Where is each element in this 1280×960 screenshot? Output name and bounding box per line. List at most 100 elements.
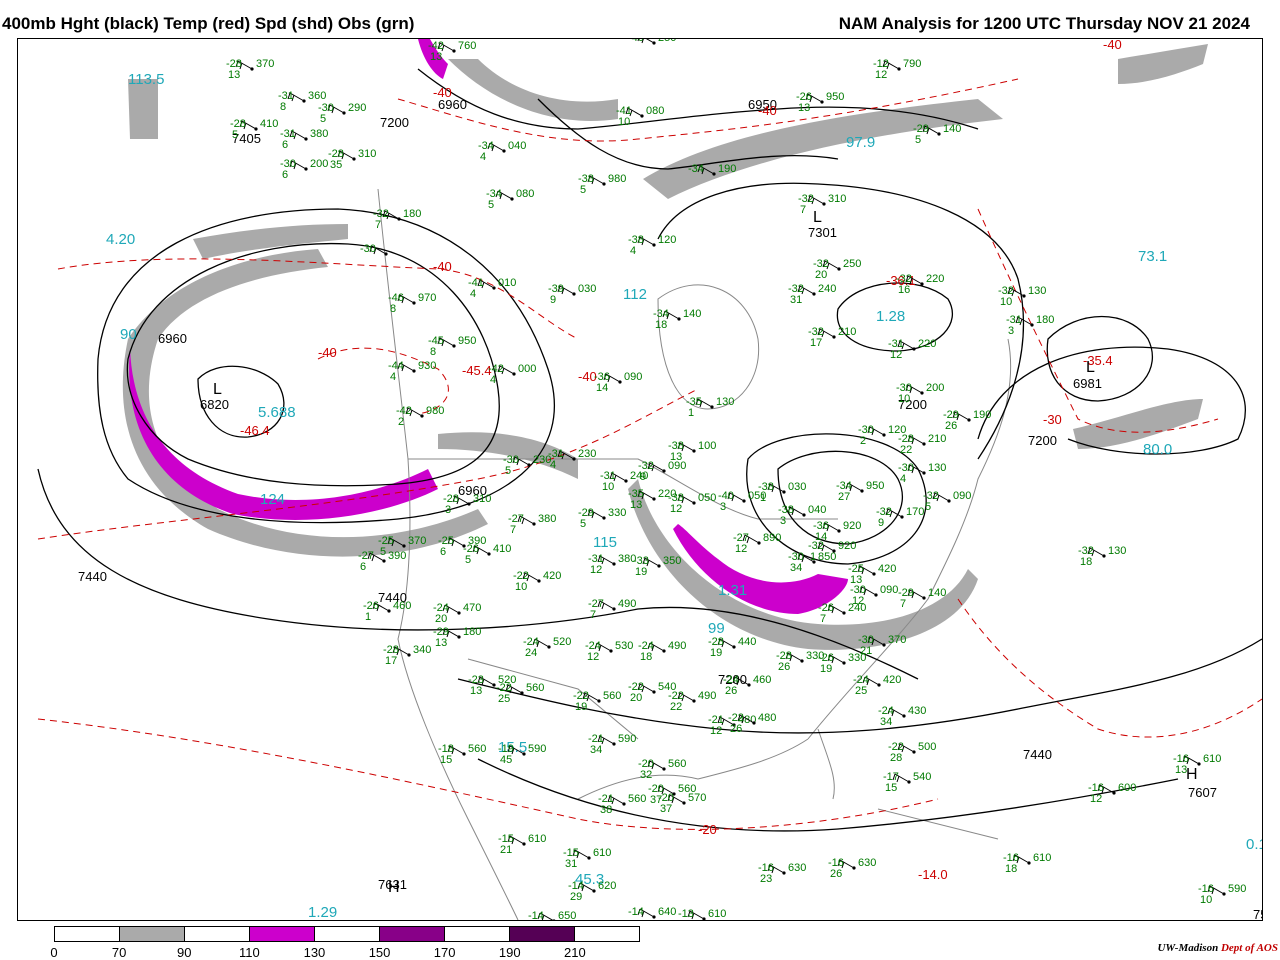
observation-station: -34 0805 <box>486 188 534 211</box>
station-height: 080 <box>516 188 534 200</box>
speed-label: 112 <box>623 286 647 303</box>
station-height: 370 <box>256 58 274 70</box>
station-dewpoint-depression: 13 <box>1175 764 1187 776</box>
station-height: 210 <box>838 326 856 338</box>
station-height: 220 <box>918 338 936 350</box>
station-dewpoint-depression: 17 <box>810 337 822 349</box>
jet-streak-gray-atlantic <box>1073 399 1203 449</box>
observation-station: -20 57037 <box>658 792 706 815</box>
station-height: 310 <box>358 148 376 160</box>
station-height: 470 <box>463 602 481 614</box>
station-height: 480 <box>758 712 776 724</box>
station-height: 220 <box>926 273 944 285</box>
station-dewpoint-depression: 8 <box>390 303 396 315</box>
station-height: 980 <box>608 173 626 185</box>
station-height: 410 <box>493 543 511 555</box>
observation-station: -22 42010 <box>513 570 561 593</box>
station-height: 200 <box>310 158 328 170</box>
temperature-label: -14.0 <box>918 867 948 882</box>
station-height: 540 <box>913 771 931 783</box>
station-height: 590 <box>528 743 546 755</box>
station-height: 180 <box>1036 314 1054 326</box>
observation-station: -32 13018 <box>1078 545 1126 568</box>
pressure-center-high: H <box>388 879 400 896</box>
station-height: 460 <box>753 674 771 686</box>
jet-streak-gray-far-northeast <box>1118 44 1208 84</box>
station-dewpoint-depression: 12 <box>670 503 682 515</box>
station-dewpoint-depression: 13 <box>798 102 810 114</box>
speed-label: 90 <box>120 326 137 343</box>
station-height: 140 <box>683 308 701 320</box>
station-height: 190 <box>973 409 991 421</box>
observation-station: -42 9802 <box>396 405 444 428</box>
temperature-label: -40 <box>433 85 452 100</box>
station-height: 200 <box>926 382 944 394</box>
station-dewpoint-depression: 1 <box>688 407 694 419</box>
station-dewpoint-depression: 12 <box>710 725 722 737</box>
station-height: 410 <box>260 118 278 130</box>
speed-label: 113.5 <box>128 71 164 88</box>
observation-station: -27 4907 <box>588 598 636 621</box>
station-height: 240 <box>818 283 836 295</box>
observation-station: -32 3107 <box>798 193 846 216</box>
observation-station: -32 21017 <box>808 326 856 349</box>
station-dewpoint-depression: 16 <box>898 284 910 296</box>
station-dewpoint-depression: 4 <box>390 371 396 383</box>
station-height: 240 <box>630 470 648 482</box>
observation-station: -39 0309 <box>548 283 596 306</box>
station-dewpoint-depression: 18 <box>655 319 667 331</box>
station-dewpoint-depression: 23 <box>760 873 772 885</box>
speed-label: 124 <box>260 491 285 508</box>
weather-map-canvas: 6960720074056960695073016820696074407440… <box>37 39 1262 920</box>
station-dewpoint-depression: 22 <box>670 701 682 713</box>
legend-swatch <box>120 927 185 941</box>
station-dewpoint-depression: 10 <box>1200 894 1212 906</box>
station-dewpoint-depression: 12 <box>735 543 747 555</box>
station-dewpoint-depression: 45 <box>500 754 512 766</box>
station-dewpoint-depression: 35 <box>330 159 342 171</box>
legend-label: 70 <box>111 945 127 960</box>
temp-contour-minus20 <box>37 718 939 830</box>
station-dewpoint-depression: 10 <box>1000 296 1012 308</box>
observation-station: -26 33019 <box>818 652 866 675</box>
station-height: 010 <box>498 277 516 289</box>
legend-swatch <box>250 927 315 941</box>
station-dewpoint-depression: 3 <box>720 501 726 513</box>
station-height: 230 <box>578 448 596 460</box>
station-height: 290 <box>348 102 366 114</box>
station-height: 490 <box>698 690 716 702</box>
station-dewpoint-depression: 20 <box>435 613 447 625</box>
station-height: 620 <box>598 880 616 892</box>
station-height: 030 <box>578 283 596 295</box>
station-dewpoint-depression: 37 <box>660 803 672 815</box>
height-label: 6960 <box>158 331 187 346</box>
observation-station: -41 0104 <box>468 277 516 300</box>
station-height: 140 <box>928 587 946 599</box>
station-dewpoint-depression: 5 <box>488 199 494 211</box>
temperature-label: -40 <box>1103 39 1122 52</box>
observation-station: -32 0905 <box>923 490 971 513</box>
observation-station: -22 56019 <box>573 690 621 713</box>
station-dewpoint-depression: 31 <box>565 858 577 870</box>
temperature-label: -40 <box>318 345 337 360</box>
station-dewpoint-depression: 10 <box>898 393 910 405</box>
station-height: 090 <box>880 584 898 596</box>
station-dewpoint-depression: 4 <box>550 459 556 471</box>
legend-swatch <box>445 927 510 941</box>
station-dewpoint-depression: 7 <box>820 613 826 625</box>
station-height: 490 <box>618 598 636 610</box>
temperature-label: -30 <box>1043 412 1062 427</box>
observation-station: -15 61021 <box>498 833 546 856</box>
station-height: 560 <box>628 793 646 805</box>
observation-station: -25 42013 <box>848 563 896 586</box>
temp-contour-minus20-east <box>957 598 1262 738</box>
station-dewpoint-depression: 28 <box>890 752 902 764</box>
temperature-contours <box>37 78 1262 830</box>
temperature-label: -40 <box>433 259 452 274</box>
observation-station: -31 38012 <box>588 553 636 576</box>
station-dewpoint-depression: 5 <box>232 129 238 141</box>
station-height: 330 <box>806 650 824 662</box>
station-dewpoint-depression: 13 <box>228 69 240 81</box>
observation-station: -30 2006 <box>280 158 328 181</box>
station-dewpoint-depression: 4 <box>470 288 476 300</box>
